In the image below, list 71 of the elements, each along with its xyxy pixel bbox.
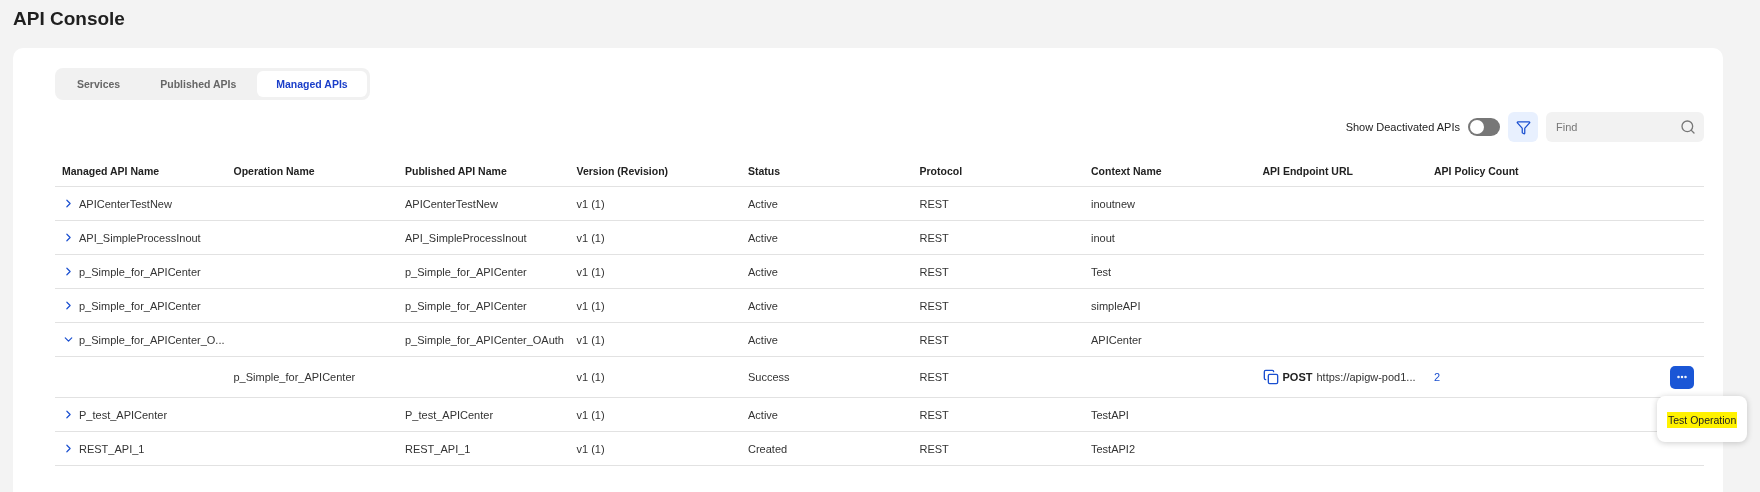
table-cell-text: REST_API_1 [404,442,472,455]
table-cell-text: TestAPI2 [1090,442,1137,455]
api-name: APICenterTestNew [79,197,172,210]
table-cell-text: v1 (1) [575,197,606,210]
column-header: API Endpoint URL [1261,165,1354,177]
api-name: API_SimpleProcessInout [79,231,201,244]
column-header: Context Name [1090,165,1163,177]
table-cell-text: v1 (1) [575,231,606,244]
page-title: API Console [13,8,126,30]
table-cell-text: REST [918,265,950,278]
table-cell-text: API_SimpleProcessInout [404,231,528,244]
filter-button[interactable] [1508,112,1538,142]
table-cell-text: v1 (1) [575,408,606,421]
table-cell-text: P_test_APICenter [404,408,495,421]
table-cell-text: Success [747,371,791,383]
tab[interactable]: Managed APIs [257,71,367,97]
column-header: Status [747,165,782,177]
column-header: Managed API Name [61,165,161,177]
tab[interactable]: Published APIs [141,71,256,97]
table-cell-text: v1 (1) [575,442,606,455]
http-method: POST [1282,371,1313,383]
endpoint-url: https://apigw-pod1... [1316,371,1416,383]
api-name: REST_API_1 [79,442,145,455]
column-header: Protocol [918,165,964,177]
table-cell-text: Active [747,299,779,312]
table-cell-text: Active [747,408,779,421]
table-cell-text: p_Simple_for_APICenter [232,371,357,383]
policy-count-link[interactable]: 2 [1427,371,1599,383]
table-cell-text: Created [747,442,789,455]
table-cell-text: Test [1090,265,1113,278]
table-cell-text: APICenter [1090,333,1143,346]
table-cell-text: v1 (1) [575,371,606,383]
table-cell-text: inoutnew [1090,197,1137,210]
table-cell-text: simpleAPI [1090,299,1142,312]
column-header: Operation Name [232,165,316,177]
table-cell-text: Active [747,197,779,210]
api-name: p_Simple_for_APICenter_O... [79,333,225,346]
table-cell-text: p_Simple_for_APICenter_OAuth [404,333,565,346]
column-header: Version (Revision) [575,165,670,177]
toggle-switch[interactable] [1468,118,1500,136]
table-cell-text: Active [747,231,779,244]
table-cell-text: REST [918,442,950,455]
table-cell-text: p_Simple_for_APICenter [404,299,528,312]
menu-item[interactable]: Test Operation [1667,411,1738,428]
filter-icon [1515,119,1531,135]
table-cell-text: REST [918,371,950,383]
table-cell-text: REST [918,333,950,346]
table-cell-text: p_Simple_for_APICenter [404,265,528,278]
table-cell-text: REST [918,197,950,210]
api-name: p_Simple_for_APICenter [79,265,201,278]
toggle-label: Show Deactivated APIs [1345,121,1460,133]
table-cell-text: APICenterTestNew [404,197,499,210]
tab[interactable]: Services [58,71,140,97]
copy-icon[interactable] [1262,369,1279,385]
table-cell-text: v1 (1) [575,299,606,312]
table-cell-text: v1 (1) [575,333,606,346]
column-header: API Policy Count [1433,165,1520,177]
search-field[interactable]: Find [1546,112,1704,142]
search-icon[interactable] [1680,119,1696,135]
api-name: P_test_APICenter [79,408,168,421]
table-cell-text: REST [918,408,950,421]
table-cell-text: v1 (1) [575,265,606,278]
api-name: p_Simple_for_APICenter [79,299,201,312]
table-cell-text: REST [918,231,950,244]
more-options-button[interactable] [1670,365,1694,389]
table-cell-text: Active [747,265,779,278]
table-cell-text: Active [747,333,779,346]
table-cell-text: inout [1090,231,1116,244]
column-header: Published API Name [404,165,508,177]
table-cell-text: REST [918,299,950,312]
table-cell-text: TestAPI [1090,408,1130,421]
